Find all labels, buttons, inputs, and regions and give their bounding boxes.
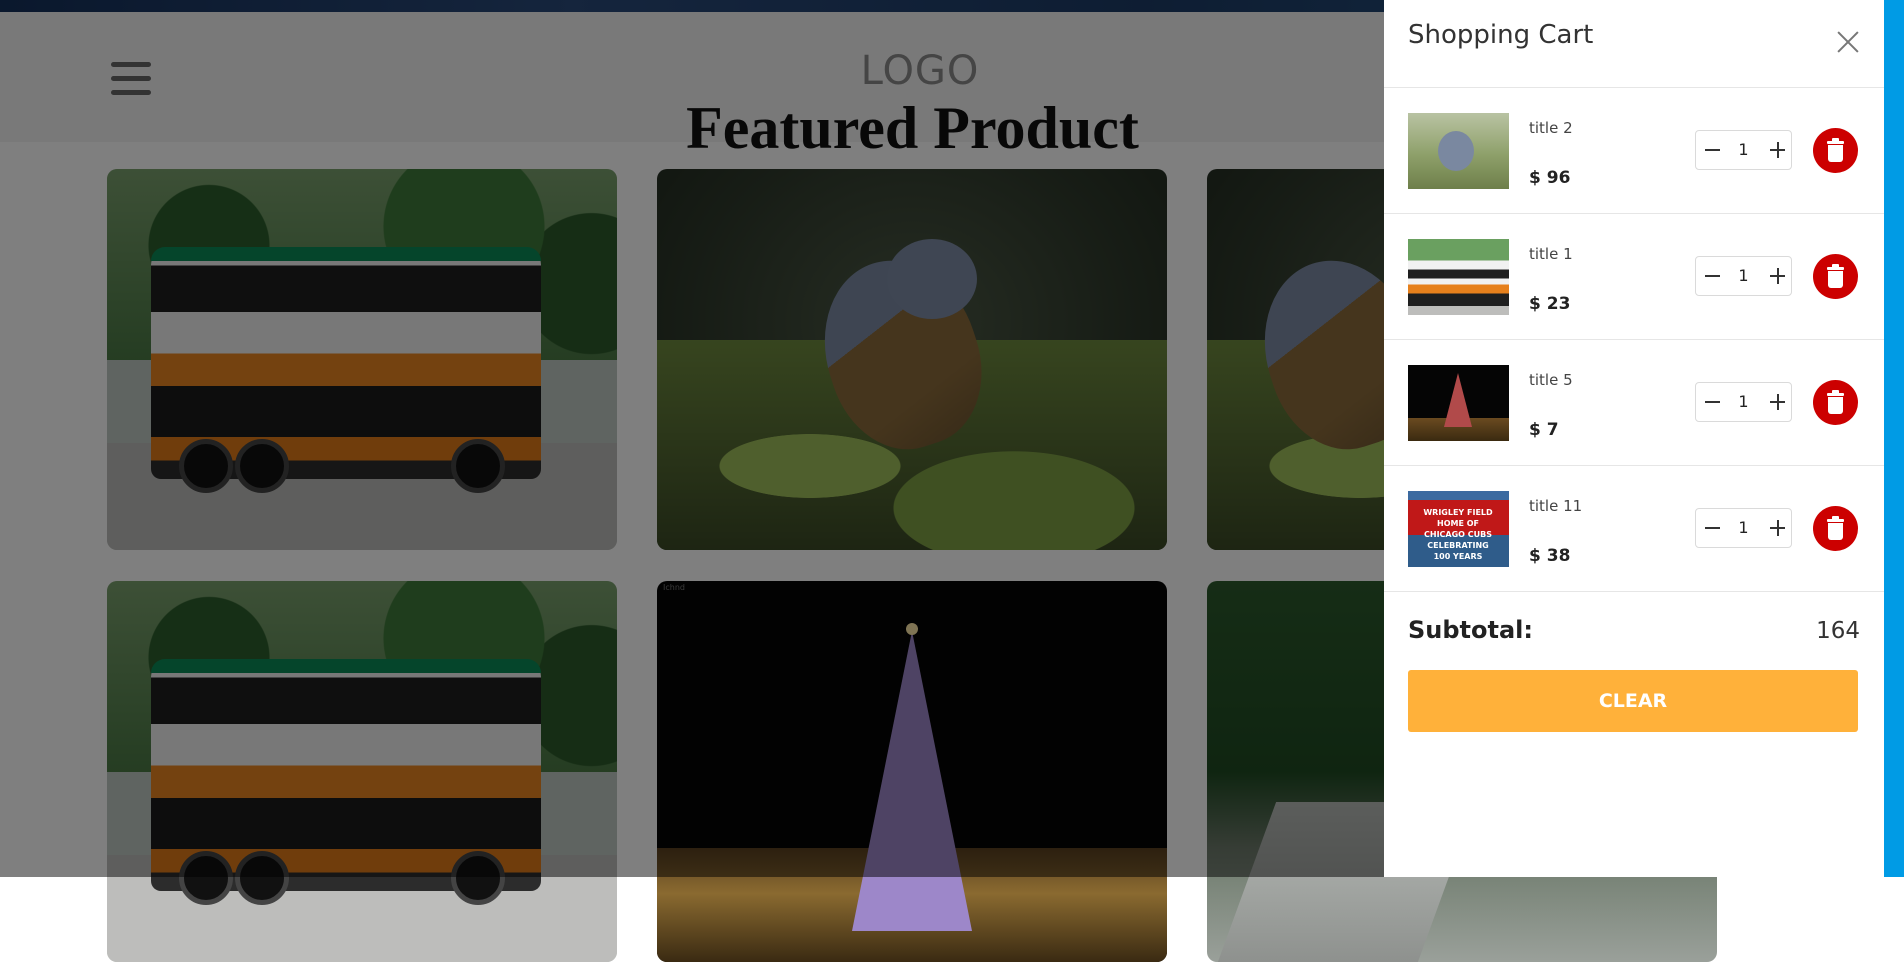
- cart-item: WRIGLEY FIELD HOME OF CHICAGO CUBS CELEB…: [1384, 466, 1884, 592]
- plus-icon[interactable]: [1761, 131, 1791, 169]
- quantity-value: 1: [1738, 518, 1749, 537]
- cart-item-price: $ 7: [1529, 420, 1559, 440]
- divider: [1384, 591, 1884, 592]
- minus-icon[interactable]: [1696, 257, 1726, 295]
- plus-icon[interactable]: [1761, 383, 1791, 421]
- quantity-value: 1: [1738, 140, 1749, 159]
- quantity-value: 1: [1738, 392, 1749, 411]
- delete-item-button[interactable]: [1813, 128, 1858, 173]
- quantity-stepper: 1: [1695, 130, 1792, 170]
- quantity-stepper: 1: [1695, 256, 1792, 296]
- plus-icon[interactable]: [1761, 257, 1791, 295]
- delete-item-button[interactable]: [1813, 254, 1858, 299]
- cart-item-price: $ 23: [1529, 294, 1571, 314]
- cart-item: title 5 $ 7 1: [1384, 340, 1884, 466]
- cart-item-title: title 2: [1529, 119, 1573, 137]
- close-icon[interactable]: [1834, 28, 1862, 56]
- cart-item: title 2 $ 96 1: [1384, 88, 1884, 214]
- shopping-cart-panel: Shopping Cart title 2 $ 96 1 title 1 $ 2…: [1384, 0, 1884, 877]
- cart-item-price: $ 38: [1529, 546, 1571, 566]
- cart-item-image: [1408, 365, 1509, 441]
- minus-icon[interactable]: [1696, 383, 1726, 421]
- cart-item-price: $ 96: [1529, 168, 1571, 188]
- delete-item-button[interactable]: [1813, 380, 1858, 425]
- quantity-stepper: 1: [1695, 508, 1792, 548]
- sign-text: WRIGLEY FIELD HOME OF CHICAGO CUBS CELEB…: [1423, 508, 1493, 561]
- cart-item: title 1 $ 23 1: [1384, 214, 1884, 340]
- clear-cart-button[interactable]: CLEAR: [1408, 670, 1858, 732]
- plus-icon[interactable]: [1761, 509, 1791, 547]
- cart-item-image: [1408, 113, 1509, 189]
- subtotal-label: Subtotal:: [1408, 616, 1534, 644]
- minus-icon[interactable]: [1696, 131, 1726, 169]
- quantity-value: 1: [1738, 266, 1749, 285]
- subtotal-value: 164: [1816, 618, 1860, 644]
- cart-item-title: title 5: [1529, 371, 1573, 389]
- cart-item-title: title 1: [1529, 245, 1573, 263]
- scrollbar-track[interactable]: [1883, 0, 1904, 877]
- cart-item-image: [1408, 239, 1509, 315]
- minus-icon[interactable]: [1696, 509, 1726, 547]
- cart-title: Shopping Cart: [1408, 20, 1594, 50]
- cart-item-title: title 11: [1529, 497, 1583, 515]
- delete-item-button[interactable]: [1813, 506, 1858, 551]
- quantity-stepper: 1: [1695, 382, 1792, 422]
- cart-item-image: WRIGLEY FIELD HOME OF CHICAGO CUBS CELEB…: [1408, 491, 1509, 567]
